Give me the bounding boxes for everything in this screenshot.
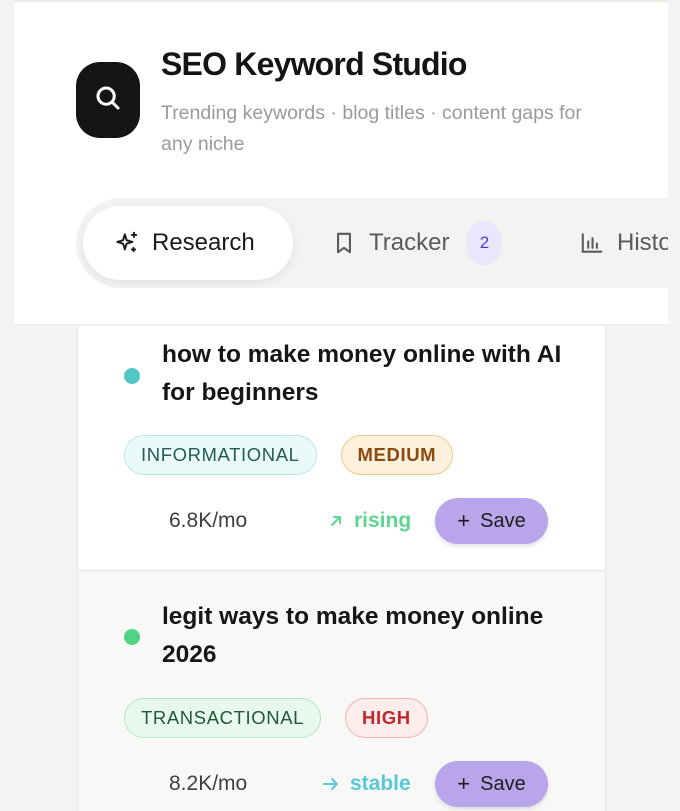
tab-history-label: Histo [617, 229, 668, 256]
save-button-label: Save [480, 772, 526, 795]
arrow-up-right-icon [328, 513, 344, 529]
app-subtitle: Trending keywords · blog titles · conten… [161, 102, 582, 155]
tab-research[interactable]: Research [83, 206, 293, 280]
trend-indicator: rising [328, 509, 411, 533]
tab-research-label: Research [152, 229, 255, 256]
tab-tracker[interactable]: Tracker 2 [331, 206, 502, 280]
keyword-results-list: how to make money online with AI for beg… [77, 326, 606, 811]
tab-bar: Research Tracker 2 Histo [76, 198, 668, 288]
tracker-count-badge: 2 [467, 221, 502, 265]
tab-tracker-label: Tracker [369, 229, 450, 256]
app-page: SEO Keyword Studio Trending keywords · b… [0, 0, 680, 811]
keyword-tags: TRANSACTIONAL HIGH [124, 698, 428, 738]
bar-chart-icon [579, 230, 605, 256]
intent-badge: TRANSACTIONAL [124, 698, 322, 738]
arrow-right-icon [322, 776, 340, 792]
keyword-card: how to make money online with AI for beg… [78, 326, 605, 571]
save-keyword-button[interactable]: + Save [435, 761, 548, 807]
keyword-card: legit ways to make money online 2026 TRA… [78, 572, 605, 811]
search-icon [93, 83, 123, 118]
plus-icon: + [457, 508, 471, 533]
difficulty-badge: MEDIUM [340, 435, 454, 475]
keyword-status-dot [124, 629, 140, 645]
plus-icon: + [457, 771, 471, 796]
intent-badge: INFORMATIONAL [124, 435, 317, 475]
sparkles-icon [114, 230, 140, 256]
keyword-text: legit ways to make money online 2026 [162, 603, 544, 668]
app-title: SEO Keyword Studio [161, 46, 467, 82]
keyword-tags: INFORMATIONAL MEDIUM [124, 435, 454, 475]
difficulty-badge: HIGH [345, 698, 428, 738]
keyword-status-dot [124, 368, 140, 384]
trend-label: rising [354, 509, 412, 532]
keyword-text: how to make money online with AI for beg… [162, 341, 562, 406]
bookmark-icon [331, 230, 357, 256]
search-volume: 8.2K/mo [169, 772, 248, 795]
save-button-label: Save [480, 509, 526, 532]
trend-indicator: stable [322, 772, 411, 796]
search-volume: 6.8K/mo [169, 509, 248, 532]
trend-label: stable [350, 772, 411, 795]
app-logo [76, 62, 140, 138]
app-header: SEO Keyword Studio Trending keywords · b… [14, 0, 668, 325]
tab-history[interactable]: Histo [579, 206, 668, 280]
save-keyword-button[interactable]: + Save [435, 498, 548, 544]
